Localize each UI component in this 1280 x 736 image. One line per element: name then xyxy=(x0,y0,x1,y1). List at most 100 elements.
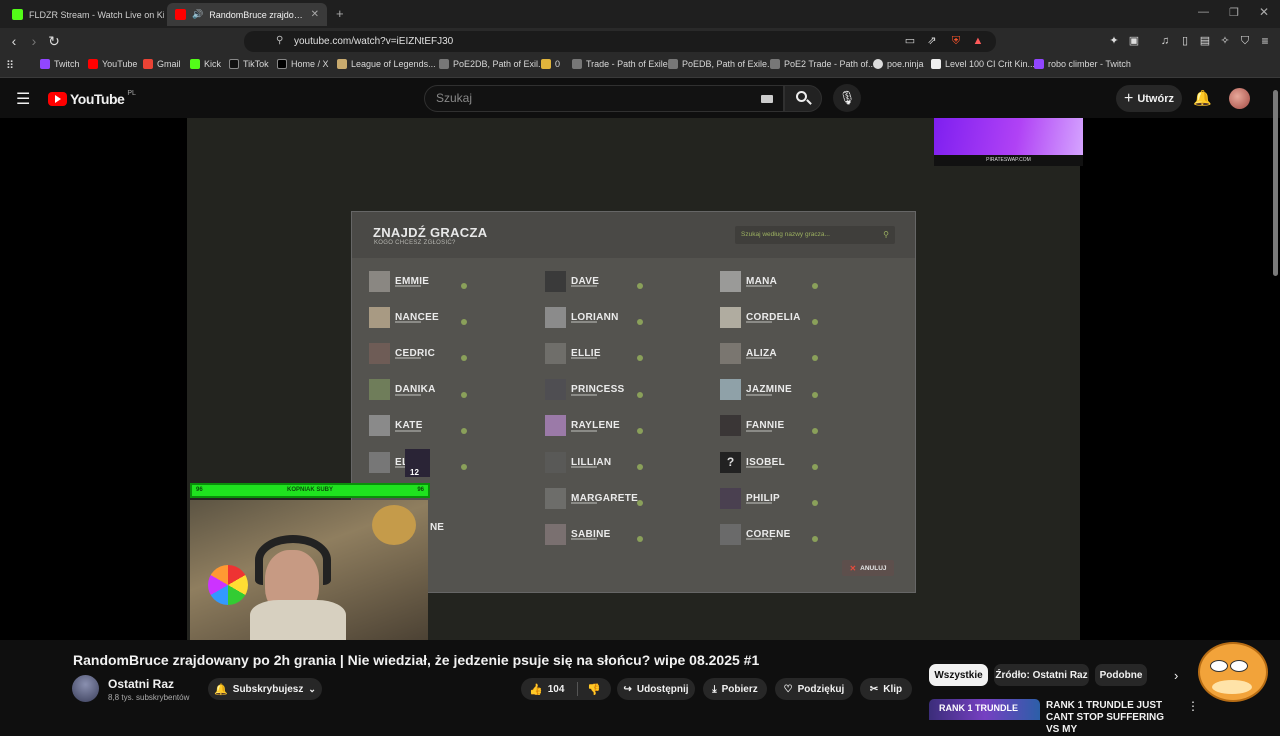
player-avatar xyxy=(720,523,741,545)
close-tab-icon[interactable]: ✕ xyxy=(311,9,319,20)
account-avatar[interactable] xyxy=(1229,88,1250,109)
recommended-title[interactable]: RANK 1 TRUNDLE JUST CANT STOP SUFFERING … xyxy=(1046,700,1180,736)
share-button[interactable]: ↪ Udostępnij xyxy=(617,678,695,700)
keyboard-icon[interactable] xyxy=(761,95,773,103)
tab-youtube-active[interactable]: 🔊 RandomBruce zrajdowany po 2h grania | … xyxy=(167,3,327,26)
player-entry[interactable]: ELLIE xyxy=(545,342,655,364)
bookmark-poeninja[interactable]: poe.ninja xyxy=(873,59,924,69)
player-entry[interactable]: JAZMINE xyxy=(720,379,830,401)
site-info-icon[interactable]: ⚲ xyxy=(276,35,283,46)
player-entry[interactable]: CORDELIA xyxy=(720,306,830,328)
player-search-input[interactable]: Szukaj według nazwy gracza... ⚲ xyxy=(735,226,895,244)
subscribed-button[interactable]: 🔔 Subskrybujesz ⌄ xyxy=(208,678,322,700)
player-entry[interactable]: NANCEE xyxy=(369,306,479,328)
channel-name[interactable]: Ostatni Raz xyxy=(108,677,174,691)
player-entry[interactable]: EMMIE xyxy=(369,270,479,292)
player-entry[interactable]: PRINCESS xyxy=(545,379,655,401)
tab-kick[interactable]: FLDZR Stream - Watch Live on Kick xyxy=(4,3,164,26)
bookmark-kick[interactable]: Kick xyxy=(190,59,221,69)
youtube-logo[interactable]: YouTube PL xyxy=(48,90,136,107)
bookmark-x[interactable]: Home / X xyxy=(277,59,329,69)
thanks-button[interactable]: ♡ Podziękuj xyxy=(775,678,853,700)
close-window-icon[interactable]: ✕ xyxy=(1259,5,1269,19)
menu-icon[interactable]: ≡ xyxy=(1257,33,1273,49)
clip-button[interactable]: ✂ Klip xyxy=(860,678,912,700)
scissors-icon: ✂ xyxy=(869,683,879,695)
player-entry[interactable]: ALIZA xyxy=(720,342,830,364)
reload-icon[interactable]: ↻ xyxy=(46,33,62,49)
youtube-play-icon xyxy=(48,92,67,106)
player-entry[interactable]: MARGARETE xyxy=(545,487,655,509)
brave-rewards-icon[interactable]: ▲ xyxy=(970,33,986,49)
bookmark-label: Home / X xyxy=(291,59,329,69)
new-tab-icon[interactable]: + xyxy=(336,6,344,21)
player-entry[interactable]: CORENE xyxy=(720,523,830,545)
player-entry[interactable]: FANNIE xyxy=(720,415,830,437)
recommended-thumbnail[interactable]: RANK 1 TRUNDLE xyxy=(929,699,1040,720)
player-entry[interactable]: CEDRIC xyxy=(369,342,479,364)
bookmark-folder[interactable]: 0 xyxy=(541,59,560,69)
sidebar-icon[interactable]: ▯ xyxy=(1177,33,1193,49)
chip-all[interactable]: Wszystkie xyxy=(929,664,988,686)
player-entry[interactable]: MANA xyxy=(720,270,830,292)
bookmark-level100[interactable]: Level 100 CI Crit Kin... xyxy=(931,59,1035,69)
apps-grid-icon[interactable]: ⠿ xyxy=(6,59,14,72)
chevron-right-icon[interactable]: › xyxy=(1174,668,1178,683)
player-entry[interactable]: DANIKA xyxy=(369,379,479,401)
player-entry[interactable]: PHILIP xyxy=(720,487,830,509)
twitch-icon xyxy=(1034,59,1044,69)
create-button[interactable]: + Utwórz xyxy=(1116,85,1182,112)
back-icon[interactable]: ‹ xyxy=(6,33,22,49)
download-icon: ⤓ xyxy=(712,683,717,695)
player-entry[interactable]: DAVE xyxy=(545,270,655,292)
player-entry[interactable]: LILLIAN xyxy=(545,451,655,473)
notifications-bell-icon[interactable]: 🔔 xyxy=(1193,89,1212,107)
bookmark-poe2db[interactable]: PoE2DB, Path of Exil... xyxy=(439,59,546,69)
cancel-button[interactable]: ✕ ANULUJ xyxy=(842,560,894,576)
brave-shield-icon[interactable]: ⛨ xyxy=(948,33,964,49)
bookmark-tiktok[interactable]: TikTok xyxy=(229,59,269,69)
search-button[interactable] xyxy=(784,85,822,112)
restore-icon[interactable]: ❐ xyxy=(1229,6,1239,19)
bookmark-youtube[interactable]: YouTube xyxy=(88,59,137,69)
search-icon-handle xyxy=(806,99,812,105)
player-avatar xyxy=(369,379,390,401)
player-entry[interactable]: LORIANN xyxy=(545,306,655,328)
ai-icon[interactable]: ✧ xyxy=(1217,33,1233,49)
page-scrollbar[interactable] xyxy=(1273,90,1278,276)
poe-icon xyxy=(668,59,678,69)
share-page-icon[interactable]: ⇗ xyxy=(924,33,940,49)
bookmark-label: League of Legends... xyxy=(351,59,436,69)
extensions-icon[interactable]: ✦ xyxy=(1106,33,1122,49)
dislike-icon[interactable]: 👎 xyxy=(587,683,601,696)
cast-icon[interactable]: ▭ xyxy=(902,33,918,49)
bookmark-poedb[interactable]: PoEDB, Path of Exile... xyxy=(668,59,775,69)
address-bar[interactable]: ⚲ youtube.com/watch?v=iEIZNtEFJ30 xyxy=(244,31,996,52)
player-avatar xyxy=(545,487,566,509)
player-entry[interactable]: SABINE xyxy=(545,523,655,545)
vpn-icon[interactable]: ⛉ xyxy=(1237,33,1253,49)
forward-icon[interactable]: › xyxy=(26,33,42,49)
voice-search-button[interactable]: 🎙 xyxy=(833,84,861,112)
bookmark-trade[interactable]: Trade - Path of Exile xyxy=(572,59,668,69)
bookmark-robo[interactable]: robo climber - Twitch xyxy=(1034,59,1131,69)
player-entry[interactable]: KATE xyxy=(369,415,479,437)
tabs-icon[interactable]: ▤ xyxy=(1197,33,1213,49)
player-entry[interactable]: RAYLENE xyxy=(545,415,655,437)
bookmark-lol[interactable]: League of Legends... xyxy=(337,59,436,69)
download-button[interactable]: ⤓ Pobierz xyxy=(703,678,767,700)
minimize-icon[interactable]: — xyxy=(1198,6,1209,18)
bookmark-gmail[interactable]: Gmail xyxy=(143,59,181,69)
music-icon[interactable]: ♫ xyxy=(1157,33,1173,49)
chip-similar[interactable]: Podobne xyxy=(1095,664,1147,686)
like-icon[interactable]: 👍 xyxy=(529,683,543,696)
wallet-icon[interactable]: ▣ xyxy=(1126,33,1142,49)
bookmark-twitch[interactable]: Twitch xyxy=(40,59,80,69)
chip-source[interactable]: Źródło: Ostatni Raz xyxy=(994,664,1089,686)
bookmark-poe2trade[interactable]: PoE2 Trade - Path of... xyxy=(770,59,876,69)
like-count[interactable]: 104 xyxy=(548,684,565,695)
search-input[interactable]: Szukaj xyxy=(424,85,784,112)
channel-avatar[interactable] xyxy=(72,675,99,702)
hamburger-menu-icon[interactable]: ☰ xyxy=(16,89,30,109)
player-entry[interactable]: ? ISOBEL xyxy=(720,451,830,473)
